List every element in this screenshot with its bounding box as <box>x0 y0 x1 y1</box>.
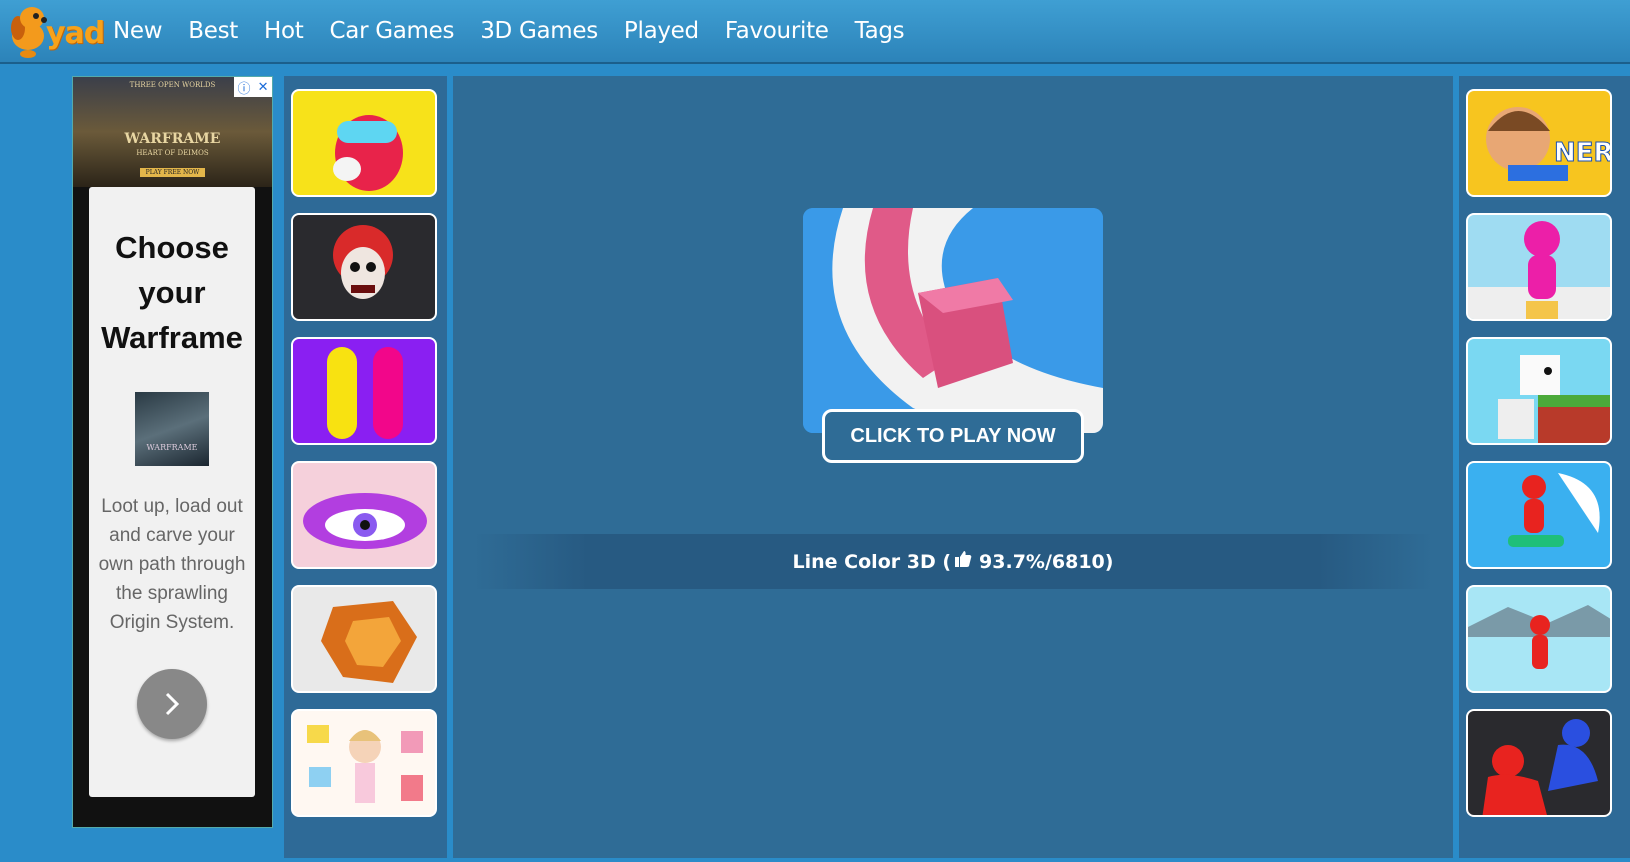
top-navigation-bar: yad New Best Hot Car Games 3D Games Play… <box>0 0 1630 64</box>
among-us-style-icon <box>333 115 403 191</box>
right-game-thumbs: NERF <box>1459 76 1630 858</box>
scary-clown-icon <box>333 225 393 299</box>
red-blue-fight-icon <box>1482 719 1598 815</box>
rating-close-paren: ) <box>1104 550 1114 573</box>
game-thumb[interactable] <box>1466 337 1612 445</box>
nav-played[interactable]: Played <box>624 18 699 44</box>
low-poly-lion-icon <box>321 601 417 683</box>
logo-text: yad <box>46 16 105 51</box>
ad-banner-image[interactable]: THREE OPEN WORLDS WARFRAME HEART OF DEIM… <box>73 77 272 187</box>
nav-hot[interactable]: Hot <box>264 18 304 44</box>
line-color-preview-icon <box>803 208 1103 433</box>
game-thumb[interactable] <box>291 461 437 569</box>
game-thumb[interactable] <box>291 89 437 197</box>
close-icon[interactable]: ✕ <box>258 80 269 95</box>
site-logo[interactable]: yad <box>6 2 105 60</box>
game-thumb[interactable] <box>1466 461 1612 569</box>
ad-body-text: Loot up, load out and carve your own pat… <box>98 496 246 633</box>
nav-favourite[interactable]: Favourite <box>725 18 829 44</box>
pink-runner-icon <box>1468 221 1610 319</box>
chicken-cube-icon <box>1498 355 1610 443</box>
game-thumb[interactable] <box>291 337 437 445</box>
ad-banner-brand: WARFRAME <box>124 131 221 147</box>
ad-title: Choose your Warframe <box>101 230 243 355</box>
game-thumb[interactable] <box>291 585 437 693</box>
nav-tags[interactable]: Tags <box>855 18 905 44</box>
ad-thumbnail: WARFRAME <box>135 392 209 466</box>
ad-banner-sub: HEART OF DEIMOS <box>136 149 209 157</box>
game-thumb[interactable] <box>1466 709 1612 817</box>
nav-best[interactable]: Best <box>188 18 238 44</box>
main-nav: New Best Hot Car Games 3D Games Played F… <box>100 0 917 62</box>
nerf-kid-icon: NERF <box>1486 107 1612 181</box>
wave-surfer-icon <box>1508 473 1600 547</box>
ad-banner-cta-label: PLAY FREE NOW <box>139 168 206 177</box>
game-preview-image[interactable] <box>803 208 1103 433</box>
ad-choices[interactable]: ⓘ ✕ <box>234 77 272 97</box>
game-thumb[interactable] <box>291 213 437 321</box>
left-game-thumbs <box>284 76 447 858</box>
game-thumb[interactable] <box>291 709 437 817</box>
ice-runner-icon <box>1468 605 1610 669</box>
ad-banner-cta: PLAY FREE NOW <box>73 168 272 177</box>
rating-open-paren: ( <box>935 550 952 573</box>
game-title-bar: Line Color 3D ( 93.7%/6810 ) <box>473 534 1433 589</box>
nav-3d-games[interactable]: 3D Games <box>480 18 598 44</box>
svg-text:NERF: NERF <box>1554 138 1612 168</box>
ad-info-icon[interactable]: ⓘ <box>238 78 251 97</box>
ad-card[interactable]: Choose your Warframe WARFRAME Loot up, l… <box>89 187 255 797</box>
color-pills-icon <box>327 347 403 439</box>
nav-new[interactable]: New <box>113 18 163 44</box>
game-thumb[interactable] <box>1466 213 1612 321</box>
ad-thumb-text: WARFRAME <box>146 443 198 452</box>
game-thumb[interactable]: NERF <box>1466 89 1612 197</box>
nav-car-games[interactable]: Car Games <box>330 18 455 44</box>
chevron-right-icon <box>165 692 180 716</box>
game-name: Line Color 3D <box>792 550 936 573</box>
thumbs-up-icon[interactable] <box>953 549 973 574</box>
advertisement[interactable]: THREE OPEN WORLDS WARFRAME HEART OF DEIM… <box>72 76 273 828</box>
ad-next-button[interactable] <box>137 669 207 739</box>
eye-makeup-icon <box>303 493 427 549</box>
game-rating: 93.7%/6810 <box>979 550 1105 573</box>
doll-dress-up-icon <box>307 725 423 803</box>
play-button[interactable]: CLICK TO PLAY NOW <box>822 409 1084 463</box>
game-thumb[interactable] <box>1466 585 1612 693</box>
game-stage: CLICK TO PLAY NOW Line Color 3D ( 93.7%/… <box>453 76 1453 858</box>
